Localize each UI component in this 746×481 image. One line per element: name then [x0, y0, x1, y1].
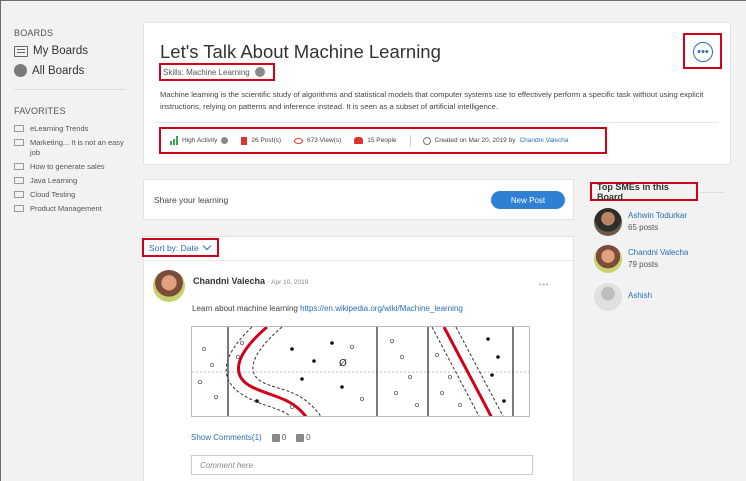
sidebar-item-label: My Boards	[33, 45, 88, 57]
info-icon[interactable]	[221, 137, 229, 144]
clock-icon	[422, 136, 431, 145]
avatar[interactable]	[153, 270, 185, 302]
board-title: Let's Talk About Machine Learning	[160, 41, 441, 62]
favorite-label: eLearning Trends	[30, 124, 89, 133]
avatar[interactable]	[594, 208, 622, 236]
sme-posts: 79 posts	[628, 260, 659, 269]
post-text-content: Learn about machine learning	[192, 304, 298, 313]
favorite-item[interactable]: Java Learning	[14, 176, 126, 186]
board-icon	[14, 125, 24, 132]
sme-item[interactable]: Ashish	[594, 283, 652, 311]
avatar[interactable]	[594, 245, 622, 273]
people-icon	[354, 137, 364, 144]
favorite-item[interactable]: How to generate sales	[14, 162, 126, 172]
board-stats: High Activity 26 Post(s) 673 View(s) 15 …	[159, 127, 607, 154]
more-options-button[interactable]: •••	[693, 42, 713, 62]
divider	[699, 192, 724, 193]
sme-item[interactable]: Chandni Valecha 79 posts	[594, 245, 688, 273]
board-description: Machine learning is the scientific study…	[160, 90, 704, 111]
creator-link[interactable]: Chandni Valecha	[519, 137, 568, 144]
post-image[interactable]: Ø	[191, 326, 530, 417]
skills-label: Skills: Machine Learning	[163, 67, 250, 77]
divider	[409, 134, 411, 147]
board-header-card: Let's Talk About Machine Learning Skills…	[143, 22, 731, 165]
post-text: Learn about machine learning https://en.…	[192, 304, 463, 313]
show-comments-link[interactable]: Show Comments(1)	[191, 433, 262, 442]
sort-dropdown[interactable]: Sort by: Date	[142, 238, 219, 257]
svm-illustration: Ø	[192, 327, 529, 416]
views-stat: 673 View(s)	[294, 137, 341, 144]
board-icon	[14, 163, 24, 170]
sme-name[interactable]: Ashish	[628, 291, 652, 300]
sort-label: Sort by: Date	[149, 242, 199, 253]
sme-item[interactable]: Ashwin Todurkar 65 posts	[594, 208, 687, 236]
comment-input[interactable]	[191, 455, 533, 475]
post-date: · Apr 10, 2019	[267, 279, 309, 286]
dislike-count: 0	[306, 433, 311, 442]
people-stat: 15 People	[354, 137, 397, 144]
sme-name[interactable]: Ashwin Todurkar	[628, 211, 687, 220]
post-more-icon[interactable]: •••	[539, 282, 549, 289]
favorite-label: Product Management	[30, 204, 102, 213]
share-prompt[interactable]: Share your learning	[154, 195, 228, 205]
favorite-label: Marketing... It is not an easy job	[30, 138, 124, 157]
boards-heading: BOARDS	[14, 28, 54, 38]
favorite-label: Cloud Testing	[30, 190, 76, 199]
board-more-highlight: •••	[683, 33, 722, 69]
globe-icon	[254, 67, 265, 77]
like-button[interactable]: 0	[271, 433, 287, 442]
like-count: 0	[281, 433, 287, 442]
avatar[interactable]	[594, 283, 622, 311]
people-count: 15 People	[367, 137, 397, 144]
dislike-button[interactable]: 0	[296, 433, 311, 442]
top-smes-title: Top SMEs in this Board	[590, 182, 698, 202]
sme-posts: 65 posts	[628, 223, 659, 232]
board-icon	[14, 191, 24, 198]
more-dots-icon: •••	[697, 45, 709, 58]
board-icon	[14, 139, 24, 146]
created-stat: Created on Mar 20, 2019 by Chandni Valec…	[422, 136, 569, 145]
thumbs-up-icon	[271, 433, 280, 442]
new-post-button[interactable]: New Post	[491, 191, 565, 209]
post-actions: Show Comments(1) 0 0	[191, 433, 311, 442]
skills-tag: Skills: Machine Learning	[159, 63, 275, 81]
activity-stat: High Activity	[170, 136, 229, 145]
favorite-item[interactable]: Marketing... It is not an easy job	[14, 138, 126, 158]
divider	[156, 122, 718, 123]
board-icon	[14, 205, 24, 212]
author-name[interactable]: Chandni Valecha	[193, 276, 265, 286]
eye-icon	[294, 137, 304, 144]
views-count: 673 View(s)	[307, 137, 342, 144]
sidebar-item-label: All Boards	[32, 64, 85, 77]
favorite-label: How to generate sales	[30, 162, 105, 171]
board-icon	[14, 45, 28, 57]
post-author: Chandni Valecha · Apr 10, 2019	[193, 276, 308, 286]
favorite-label: Java Learning	[30, 176, 78, 185]
globe-icon	[14, 64, 27, 77]
activity-bars-icon	[170, 136, 178, 145]
sidebar-divider	[14, 89, 126, 90]
favorite-item[interactable]: Product Management	[14, 204, 126, 214]
favorites-heading: FAVORITES	[14, 106, 66, 116]
divider	[144, 260, 573, 261]
sidebar-item-all-boards[interactable]: All Boards	[14, 64, 126, 77]
sme-name[interactable]: Chandni Valecha	[628, 248, 688, 257]
sidebar: BOARDS My Boards All Boards FAVORITES eL…	[14, 28, 126, 214]
board-icon	[14, 177, 24, 184]
chevron-down-icon	[202, 241, 211, 251]
post-link[interactable]: https://en.wikipedia.org/wiki/Machine_le…	[300, 304, 463, 313]
thumbs-down-icon	[296, 433, 305, 442]
posts-count: 26 Post(s)	[251, 137, 282, 144]
feed-card: Sort by: Date Chandni Valecha · Apr 10, …	[142, 236, 574, 481]
document-icon	[241, 136, 248, 145]
empty-set-symbol: Ø	[339, 357, 347, 369]
created-label: Created on Mar 20, 2019 by	[434, 137, 516, 144]
favorite-item[interactable]: eLearning Trends	[14, 124, 126, 134]
posts-stat: 26 Post(s)	[241, 136, 282, 145]
favorite-item[interactable]: Cloud Testing	[14, 190, 126, 200]
share-card: Share your learning New Post	[143, 179, 574, 220]
activity-label: High Activity	[182, 137, 218, 144]
sidebar-item-my-boards[interactable]: My Boards	[14, 45, 126, 57]
